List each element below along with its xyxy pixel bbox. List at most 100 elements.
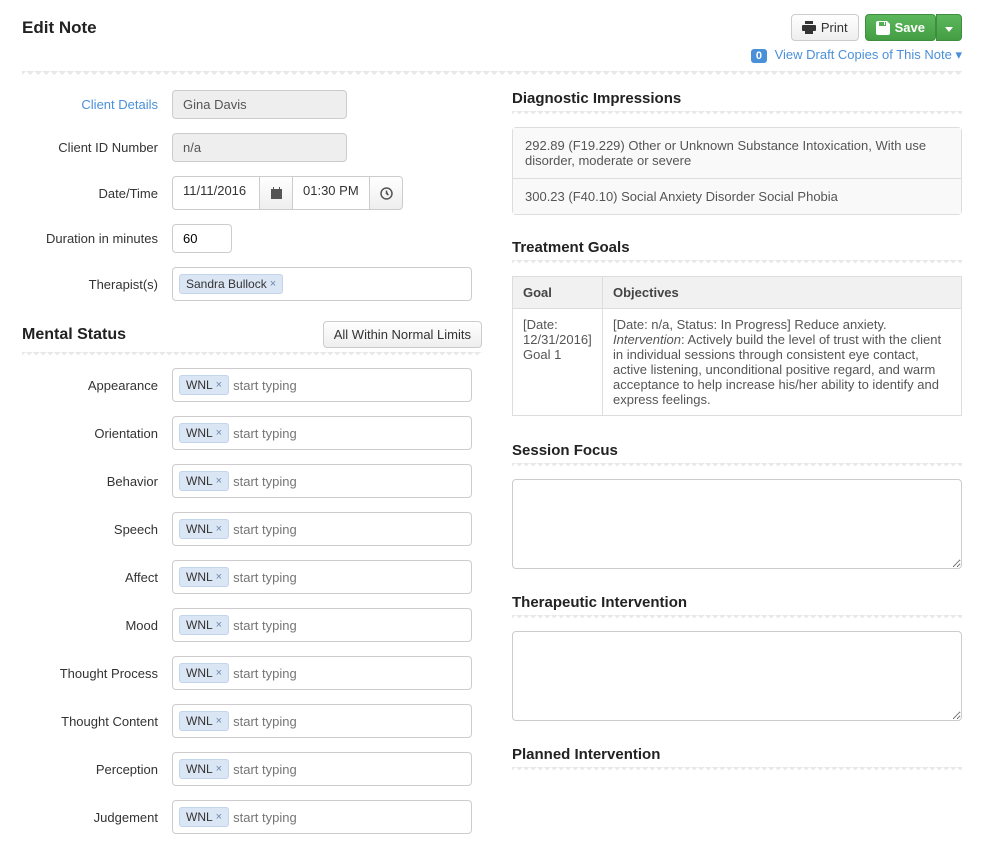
ms-taginput-4[interactable]: WNL× bbox=[172, 560, 472, 594]
close-icon[interactable]: × bbox=[216, 523, 222, 535]
tag-text: WNL bbox=[186, 762, 213, 776]
session-focus-textarea[interactable] bbox=[512, 479, 962, 569]
clock-button[interactable] bbox=[369, 176, 403, 210]
close-icon[interactable]: × bbox=[216, 667, 222, 679]
goal-name: Goal 1 bbox=[523, 347, 561, 362]
ms-input[interactable] bbox=[233, 618, 465, 633]
ms-input[interactable] bbox=[233, 666, 465, 681]
client-id-label: Client ID Number bbox=[22, 140, 172, 155]
ms-label: Perception bbox=[22, 762, 172, 777]
diagnostic-title: Diagnostic Impressions bbox=[512, 90, 962, 107]
divider bbox=[512, 260, 962, 264]
ms-label: Thought Content bbox=[22, 714, 172, 729]
divider bbox=[512, 767, 962, 771]
close-icon[interactable]: × bbox=[216, 811, 222, 823]
print-button[interactable]: Print bbox=[791, 14, 859, 41]
ms-label: Speech bbox=[22, 522, 172, 537]
divider bbox=[512, 111, 962, 115]
tag-text: WNL bbox=[186, 618, 213, 632]
ms-label: Affect bbox=[22, 570, 172, 585]
save-dropdown-button[interactable] bbox=[936, 14, 962, 41]
goal-dateline: [Date: 12/31/2016] bbox=[523, 317, 592, 347]
wnl-tag[interactable]: WNL× bbox=[179, 471, 229, 491]
ms-taginput-0[interactable]: WNL× bbox=[172, 368, 472, 402]
ms-taginput-6[interactable]: WNL× bbox=[172, 656, 472, 690]
ms-taginput-3[interactable]: WNL× bbox=[172, 512, 472, 546]
close-icon[interactable]: × bbox=[216, 571, 222, 583]
divider bbox=[512, 615, 962, 619]
therapist-tag[interactable]: Sandra Bullock × bbox=[179, 274, 283, 294]
wnl-tag[interactable]: WNL× bbox=[179, 519, 229, 539]
wnl-tag[interactable]: WNL× bbox=[179, 663, 229, 683]
draft-count-badge: 0 bbox=[751, 49, 767, 63]
datetime-label: Date/Time bbox=[22, 186, 172, 201]
wnl-tag[interactable]: WNL× bbox=[179, 807, 229, 827]
tag-text: WNL bbox=[186, 474, 213, 488]
calendar-button[interactable] bbox=[259, 176, 293, 210]
all-wnl-button[interactable]: All Within Normal Limits bbox=[323, 321, 482, 348]
divider bbox=[22, 71, 962, 76]
close-icon[interactable]: × bbox=[216, 379, 222, 391]
ms-label: Behavior bbox=[22, 474, 172, 489]
ms-taginput-2[interactable]: WNL× bbox=[172, 464, 472, 498]
wnl-tag[interactable]: WNL× bbox=[179, 567, 229, 587]
ms-input[interactable] bbox=[233, 522, 465, 537]
ms-input[interactable] bbox=[233, 714, 465, 729]
ms-input[interactable] bbox=[233, 426, 465, 441]
wnl-tag[interactable]: WNL× bbox=[179, 423, 229, 443]
close-icon[interactable]: × bbox=[216, 619, 222, 631]
wnl-tag[interactable]: WNL× bbox=[179, 375, 229, 395]
diagnostic-item[interactable]: 300.23 (F40.10) Social Anxiety Disorder … bbox=[513, 179, 961, 214]
ms-label: Mood bbox=[22, 618, 172, 633]
diagnostic-item[interactable]: 292.89 (F19.229) Other or Unknown Substa… bbox=[513, 128, 961, 179]
ms-input[interactable] bbox=[233, 570, 465, 585]
session-focus-title: Session Focus bbox=[512, 442, 962, 459]
ms-input[interactable] bbox=[233, 810, 465, 825]
print-icon bbox=[802, 21, 816, 34]
close-icon[interactable]: × bbox=[270, 278, 276, 290]
therapeutic-intervention-textarea[interactable] bbox=[512, 631, 962, 721]
date-input[interactable]: 11/11/2016 bbox=[172, 176, 260, 210]
tag-text: WNL bbox=[186, 426, 213, 440]
tag-text: WNL bbox=[186, 810, 213, 824]
ms-input[interactable] bbox=[233, 474, 465, 489]
therapeutic-intervention-title: Therapeutic Intervention bbox=[512, 594, 962, 611]
intervention-label: Intervention bbox=[613, 332, 681, 347]
tag-text: WNL bbox=[186, 378, 213, 392]
clock-icon bbox=[380, 187, 393, 200]
close-icon[interactable]: × bbox=[216, 475, 222, 487]
wnl-tag[interactable]: WNL× bbox=[179, 711, 229, 731]
wnl-tag[interactable]: WNL× bbox=[179, 759, 229, 779]
view-drafts-link[interactable]: View Draft Copies of This Note bbox=[775, 47, 952, 62]
goal-header: Goal bbox=[513, 277, 603, 309]
time-input[interactable]: 01:30 PM bbox=[292, 176, 370, 210]
ms-taginput-5[interactable]: WNL× bbox=[172, 608, 472, 642]
therapist-taginput[interactable]: Sandra Bullock × bbox=[172, 267, 472, 301]
table-row: [Date: 12/31/2016] Goal 1 [Date: n/a, St… bbox=[513, 309, 962, 416]
save-button[interactable]: Save bbox=[865, 14, 936, 41]
ms-taginput-9[interactable]: WNL× bbox=[172, 800, 472, 834]
save-label: Save bbox=[895, 20, 925, 35]
tag-text: WNL bbox=[186, 570, 213, 584]
client-details-label[interactable]: Client Details bbox=[22, 97, 172, 112]
ms-input[interactable] bbox=[233, 378, 465, 393]
ms-taginput-8[interactable]: WNL× bbox=[172, 752, 472, 786]
duration-label: Duration in minutes bbox=[22, 231, 172, 246]
ms-label: Appearance bbox=[22, 378, 172, 393]
objectives-header: Objectives bbox=[603, 277, 962, 309]
tag-text: Sandra Bullock bbox=[186, 277, 267, 291]
close-icon[interactable]: × bbox=[216, 715, 222, 727]
caret-down-icon bbox=[945, 27, 953, 32]
duration-input[interactable] bbox=[172, 224, 232, 253]
close-icon[interactable]: × bbox=[216, 763, 222, 775]
close-icon[interactable]: × bbox=[216, 427, 222, 439]
ms-label: Judgement bbox=[22, 810, 172, 825]
ms-taginput-1[interactable]: WNL× bbox=[172, 416, 472, 450]
drafts-caret-icon[interactable]: ▾ bbox=[955, 47, 962, 62]
ms-taginput-7[interactable]: WNL× bbox=[172, 704, 472, 738]
tag-text: WNL bbox=[186, 666, 213, 680]
client-name-field: Gina Davis bbox=[172, 90, 347, 119]
wnl-tag[interactable]: WNL× bbox=[179, 615, 229, 635]
ms-label: Orientation bbox=[22, 426, 172, 441]
ms-input[interactable] bbox=[233, 762, 465, 777]
